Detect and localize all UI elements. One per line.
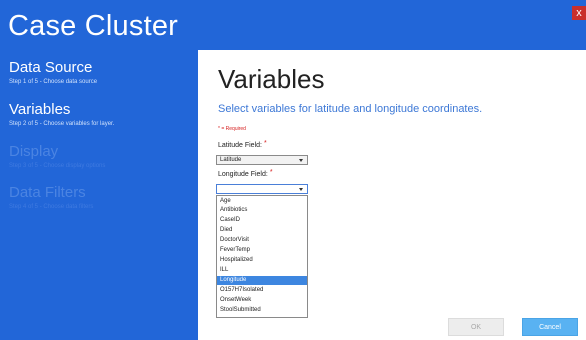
longitude-label-text: Longitude Field: <box>218 171 268 178</box>
step-title: Display <box>9 143 59 160</box>
main-panel: Variables Select variables for latitude … <box>198 50 586 340</box>
wizard-sidebar: Data Source Step 1 of 5 - Choose data so… <box>0 50 198 340</box>
step-subtitle: Step 1 of 5 - Choose data source <box>9 79 98 85</box>
step-title: Data Source <box>9 59 93 76</box>
dropdown-option[interactable]: Hospitalized <box>217 256 307 265</box>
dropdown-option-selected[interactable]: Longitude <box>217 276 307 285</box>
step-subtitle: Step 4 of 5 - Choose data filters <box>9 204 94 210</box>
longitude-dropdown-list[interactable]: Age Antibiotics CaseID Died DoctorVisit … <box>216 195 308 318</box>
step-title: Variables <box>9 101 71 118</box>
latitude-label-text: Latitude Field: <box>218 142 262 149</box>
dropdown-option[interactable]: Antibiotics <box>217 206 307 215</box>
cancel-button[interactable]: Cancel <box>522 318 578 336</box>
chevron-down-icon <box>299 159 303 162</box>
step-subtitle: Step 2 of 5 - Choose variables for layer… <box>9 121 115 127</box>
step-variables[interactable]: Variables Step 2 of 5 - Choose variables… <box>9 101 114 128</box>
step-data-source[interactable]: Data Source Step 1 of 5 - Choose data so… <box>9 59 97 86</box>
page-subtitle: Select variables for latitude and longit… <box>218 103 483 115</box>
close-icon[interactable]: x <box>572 6 586 20</box>
step-subtitle: Step 3 of 5 - Choose display options <box>9 163 106 169</box>
title-bar: Case Cluster x <box>0 0 586 50</box>
dropdown-option[interactable]: CaseID <box>217 216 307 225</box>
dropdown-option[interactable]: Age <box>217 197 307 206</box>
dropdown-option[interactable]: ILL <box>217 266 307 275</box>
dropdown-option[interactable]: DoctorVisit <box>217 236 307 245</box>
step-data-filters: Data Filters Step 4 of 5 - Choose data f… <box>9 184 93 211</box>
latitude-select[interactable]: Latitude <box>216 155 308 165</box>
step-title: Data Filters <box>9 184 86 201</box>
latitude-select-value: Latitude <box>220 157 242 163</box>
chevron-down-icon <box>299 188 303 191</box>
page-title: Variables <box>218 64 325 94</box>
dropdown-option[interactable]: OnsetWeek <box>217 296 307 305</box>
dropdown-option[interactable]: FeverTemp <box>217 246 307 255</box>
app-title: Case Cluster <box>8 10 179 42</box>
dropdown-option[interactable]: Died <box>217 226 307 235</box>
step-display: Display Step 3 of 5 - Choose display opt… <box>9 143 105 170</box>
latitude-label: Latitude Field: * <box>218 140 267 149</box>
ok-button[interactable]: OK <box>448 318 504 336</box>
dialog-window: Case Cluster x Data Source Step 1 of 5 -… <box>0 0 586 340</box>
required-mark: * <box>263 140 267 147</box>
longitude-label: Longitude Field: * <box>218 169 273 178</box>
longitude-select[interactable] <box>216 184 308 194</box>
required-mark: * <box>269 169 273 176</box>
dropdown-option[interactable]: O157H7Isolated <box>217 286 307 295</box>
required-note: * = Required <box>218 126 246 132</box>
dropdown-option[interactable]: StoolSubmitted <box>217 306 307 315</box>
